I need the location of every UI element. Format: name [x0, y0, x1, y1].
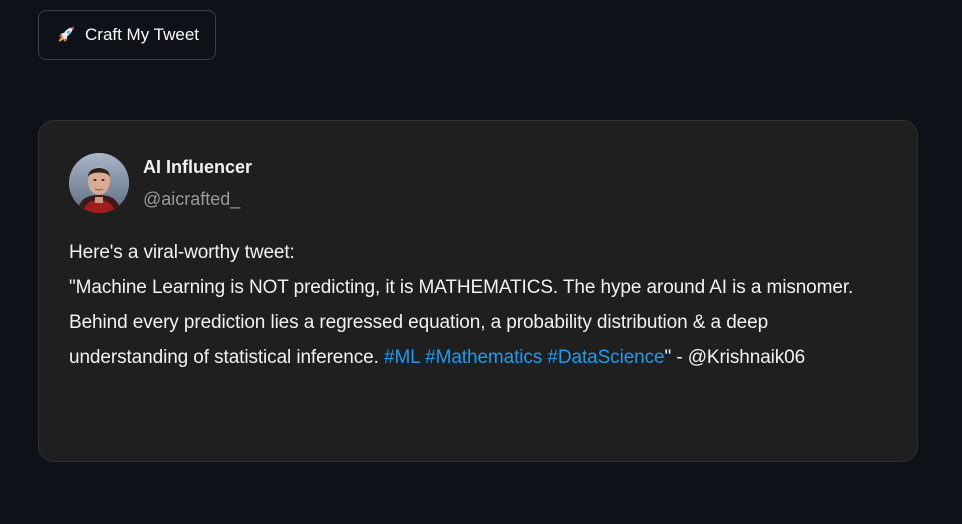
tweet-header: AI Influencer @aicrafted_ — [69, 153, 887, 213]
craft-button-label: Craft My Tweet — [85, 25, 199, 44]
author-info: AI Influencer @aicrafted_ — [143, 153, 252, 211]
tweet-intro: Here's a viral-worthy tweet: — [69, 242, 295, 263]
tweet-body: Here's a viral-worthy tweet: "Machine Le… — [69, 235, 887, 375]
avatar — [69, 153, 129, 213]
hashtag-mathematics[interactable]: #Mathematics — [425, 347, 542, 368]
author-handle: @aicrafted_ — [143, 189, 241, 209]
hashtag-datascience[interactable]: #DataScience — [547, 347, 664, 368]
rocket-icon — [55, 24, 77, 46]
app-page: Craft My Tweet AI Influencer @aicrafted_… — [0, 0, 962, 524]
tweet-quote: "Machine Learning is NOT predicting, it … — [69, 270, 887, 375]
craft-my-tweet-button[interactable]: Craft My Tweet — [38, 10, 216, 60]
hashtag-ml[interactable]: #ML — [384, 347, 420, 368]
tweet-card: AI Influencer @aicrafted_ Here's a viral… — [38, 120, 918, 462]
author-display-name: AI Influencer — [143, 157, 253, 177]
tweet-attribution: " - @Krishnaik06 — [664, 347, 806, 368]
